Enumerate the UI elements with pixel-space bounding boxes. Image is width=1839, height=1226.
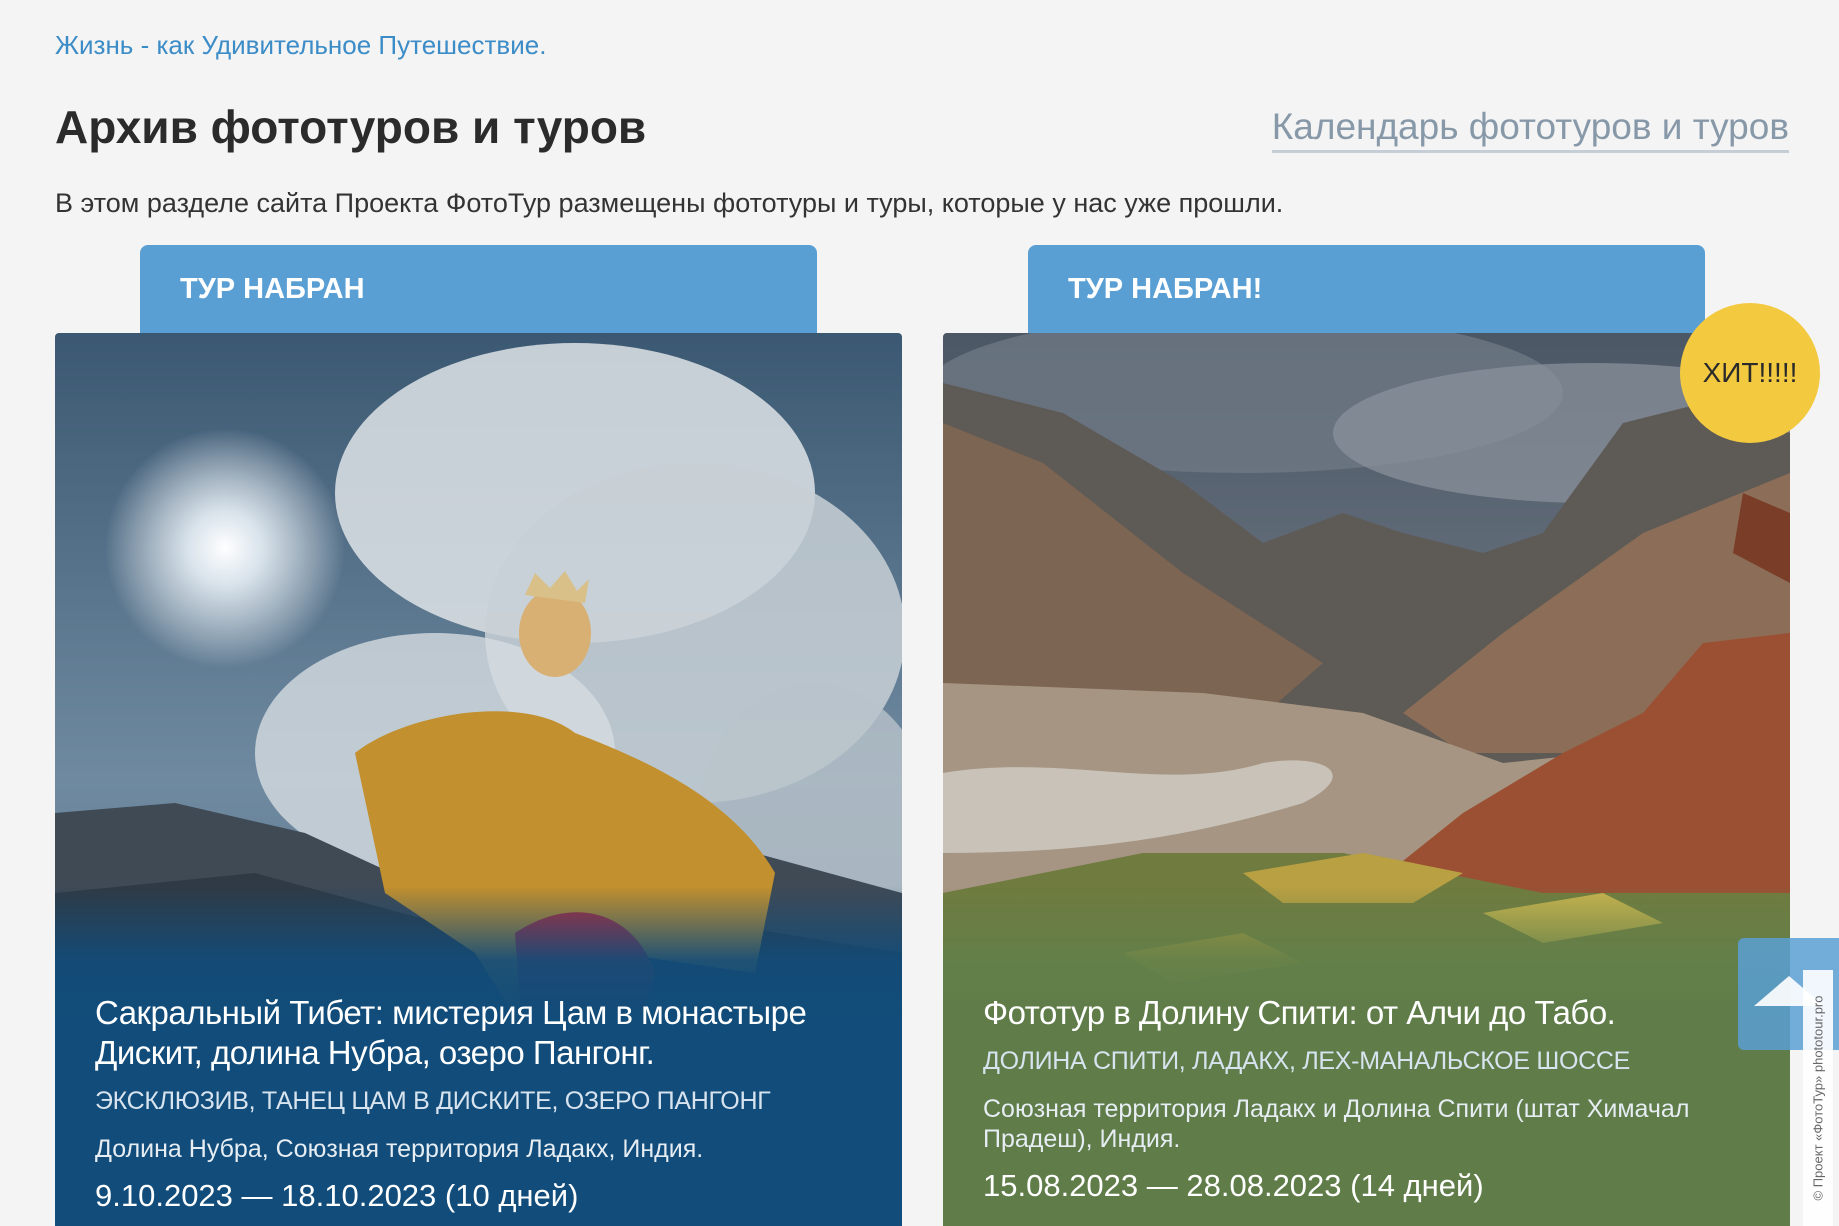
hit-badge: ХИТ!!!!! <box>1680 303 1820 443</box>
photo-watermark: © Проект «ФотоТур» phototour.pro <box>1803 970 1833 1226</box>
tour-dates: 9.10.2023 — 18.10.2023 (10 дней) <box>95 1178 579 1213</box>
tour-title[interactable]: Сакральный Тибет: мистерия Цам в монасты… <box>95 993 862 1073</box>
site-tagline-link[interactable]: Жизнь - как Удивительное Путешествие. <box>55 30 546 61</box>
tour-subtitle: ДОЛИНА СПИТИ, ЛАДАКХ, ЛЕХ-МАНАЛЬСКОЕ ШОС… <box>983 1047 1630 1075</box>
tour-card-sacred-tibet[interactable]: Сакральный Тибет: мистерия Цам в монасты… <box>55 333 902 1226</box>
page-title: Архив фототуров и туров <box>55 101 647 153</box>
tour-title[interactable]: Фототур в Долину Спити: от Алчи до Табо. <box>983 993 1750 1033</box>
tour-location: Союзная территория Ладакх и Долина Спити… <box>983 1095 1690 1153</box>
intro-text: В этом разделе сайта Проекта ФотоТур раз… <box>55 188 1284 218</box>
tour-card-spiti-valley[interactable]: Фототур в Долину Спити: от Алчи до Табо.… <box>943 333 1790 1226</box>
tour-location: Долина Нубра, Союзная территория Ладакх,… <box>95 1135 704 1163</box>
tour-status-tag: ТУР НАБРАН <box>140 245 817 333</box>
calendar-link[interactable]: Календарь фототуров и туров <box>1271 106 1789 153</box>
tour-subtitle: ЭКСКЛЮЗИВ, ТАНЕЦ ЦАМ В ДИСКИТЕ, ОЗЕРО ПА… <box>95 1087 771 1115</box>
watermark-text: © Проект «ФотоТур» phototour.pro <box>1810 995 1826 1201</box>
tour-status-tag: ТУР НАБРАН! <box>1028 245 1705 333</box>
tour-dates: 15.08.2023 — 28.08.2023 (14 дней) <box>983 1168 1484 1203</box>
